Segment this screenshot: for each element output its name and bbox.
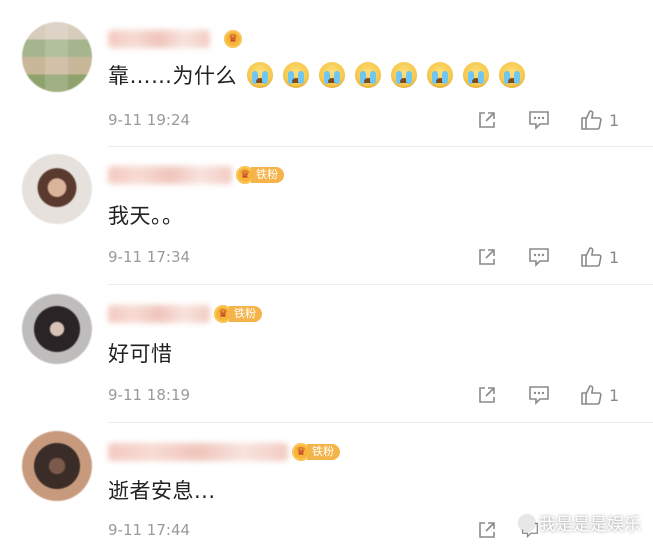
crying-face-icon (391, 62, 417, 88)
divider (108, 146, 653, 147)
like-button[interactable]: 1 (579, 108, 619, 132)
fan-label: 铁粉 (307, 444, 340, 460)
thumbs-up-icon (581, 385, 602, 405)
reply-button[interactable] (527, 109, 551, 131)
thumbs-up-icon (581, 247, 602, 267)
comment-timestamp: 9-11 17:34 (108, 248, 191, 266)
fan-label: 铁粉 (229, 306, 262, 322)
fan-badge: ♛ 铁粉 (236, 166, 284, 184)
share-icon (479, 249, 495, 265)
watermark: 我是是是娱乐 (519, 510, 641, 535)
share-icon (479, 522, 495, 538)
share-button[interactable] (476, 246, 498, 268)
like-button[interactable]: 1 (579, 383, 619, 407)
avatar[interactable] (22, 22, 92, 92)
fan-badge: ♛ 铁粉 (214, 305, 262, 323)
username-blurred[interactable] (108, 30, 210, 48)
comment-text: 逝者安息... (108, 479, 216, 503)
fan-badge: ♛ 铁粉 (292, 443, 340, 461)
comment-text-label: 靠……为什么 (108, 64, 237, 88)
watermark-text: 我是是是娱乐 (539, 515, 641, 535)
username-blurred[interactable] (108, 166, 232, 184)
username-blurred[interactable] (108, 443, 288, 461)
share-button[interactable] (476, 109, 498, 131)
comment-text: 我天。。 (108, 204, 184, 228)
share-button[interactable] (476, 519, 498, 541)
reply-button[interactable] (527, 246, 551, 268)
crying-face-icon (283, 62, 309, 88)
divider (108, 422, 653, 423)
avatar[interactable] (22, 294, 92, 364)
divider (108, 284, 653, 285)
thumbs-up-icon (581, 110, 602, 130)
like-count: 1 (609, 247, 620, 267)
comment-timestamp: 9-11 19:24 (108, 111, 191, 129)
watermark-logo-icon (519, 514, 535, 531)
share-button[interactable] (476, 384, 498, 406)
comment-timestamp: 9-11 17:44 (108, 521, 191, 539)
comment-icon (529, 248, 549, 267)
share-icon (479, 387, 495, 403)
crying-face-icon (319, 62, 345, 88)
crying-face-icon (427, 62, 453, 88)
comment-text: 好可惜 (108, 342, 173, 366)
like-button[interactable]: 1 (579, 245, 619, 269)
comment-timestamp: 9-11 18:19 (108, 386, 191, 404)
avatar[interactable] (22, 154, 92, 224)
crying-face-icon (355, 62, 381, 88)
like-count: 1 (609, 385, 620, 405)
like-count: 1 (609, 110, 620, 130)
comment-text: 靠……为什么 (108, 58, 525, 92)
crown-badge-icon: ♛ (224, 30, 242, 48)
comment-icon (529, 386, 549, 405)
username-blurred[interactable] (108, 305, 210, 323)
share-icon (479, 112, 495, 128)
fan-label: 铁粉 (251, 167, 284, 183)
crying-face-icon (247, 62, 273, 88)
crying-face-icon (463, 62, 489, 88)
reply-button[interactable] (527, 384, 551, 406)
fan-badge: ♛ (224, 30, 242, 48)
comment-icon (529, 111, 549, 130)
avatar[interactable] (22, 431, 92, 501)
crying-face-icon (499, 62, 525, 88)
